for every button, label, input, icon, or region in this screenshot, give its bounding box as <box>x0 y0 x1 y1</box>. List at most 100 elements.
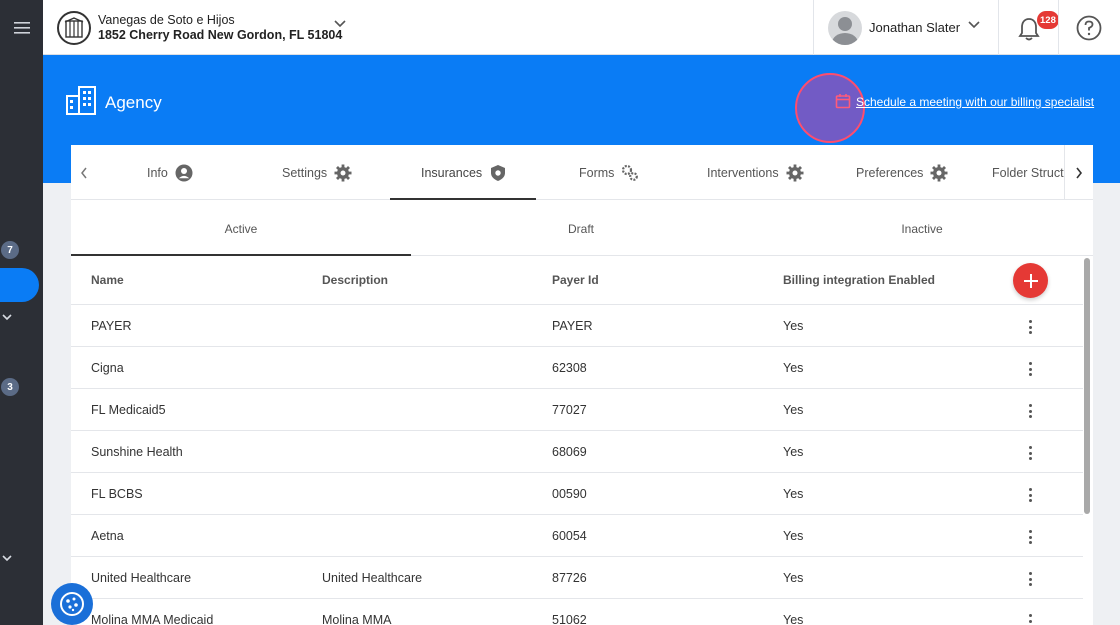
column-header-name[interactable]: Name <box>91 273 124 287</box>
left-nav-rail: 7 3 <box>0 0 43 625</box>
table-row[interactable]: PAYER PAYER Yes <box>71 305 1083 347</box>
cell-payer-id: 62308 <box>552 361 587 375</box>
subtab-active[interactable]: Active <box>71 201 411 256</box>
cell-name: FL Medicaid5 <box>91 403 166 417</box>
tab-bar: Info Settings Insurances Forms Intervent… <box>71 145 1093 200</box>
cell-name: FL BCBS <box>91 487 143 501</box>
notification-count-badge: 128 <box>1037 11 1059 29</box>
cell-billing-enabled: Yes <box>783 319 804 333</box>
table-row[interactable]: Aetna 60054 Yes <box>71 515 1083 557</box>
insurances-table: Name Description Payer Id Billing integr… <box>71 256 1083 625</box>
cell-billing-enabled: Yes <box>783 403 804 417</box>
cell-payer-id: 00590 <box>552 487 587 501</box>
gear-icon <box>334 164 352 181</box>
chevron-down-icon[interactable] <box>2 313 12 321</box>
column-header-billing-integration[interactable]: Billing integration Enabled <box>783 273 935 287</box>
active-tab-indicator <box>390 198 536 200</box>
row-menu-button[interactable] <box>1023 485 1037 505</box>
tab-label: Preferences <box>856 165 924 180</box>
row-menu-button[interactable] <box>1023 569 1037 589</box>
tab-info[interactable]: Info <box>147 145 193 200</box>
divider <box>998 0 999 55</box>
table-row[interactable]: Cigna 62308 Yes <box>71 347 1083 389</box>
calendar-icon[interactable] <box>835 93 851 109</box>
cell-payer-id: 68069 <box>552 445 587 459</box>
tab-label: Info <box>147 165 168 180</box>
cookie-icon <box>60 592 84 616</box>
status-subtabs: Active Draft Inactive <box>71 201 1093 256</box>
tab-label: Settings <box>282 165 328 180</box>
tab-preferences[interactable]: Preferences <box>856 145 948 200</box>
cell-description: United Healthcare <box>322 571 423 585</box>
add-insurance-button[interactable] <box>1013 263 1048 298</box>
shield-icon <box>491 164 506 181</box>
building-icon <box>57 11 91 45</box>
cell-billing-enabled: Yes <box>783 361 804 375</box>
organization-name: Vanegas de Soto e Hijos <box>98 13 235 27</box>
account-circle-icon <box>175 164 193 181</box>
gear-icon <box>786 164 804 181</box>
top-bar: Vanegas de Soto e Hijos 1852 Cherry Road… <box>43 0 1120 55</box>
organization-selector[interactable]: Vanegas de Soto e Hijos 1852 Cherry Road… <box>98 13 342 43</box>
tab-label: Interventions <box>707 165 779 180</box>
column-header-description[interactable]: Description <box>322 273 388 287</box>
subtab-draft[interactable]: Draft <box>411 201 751 256</box>
table-row[interactable]: FL Medicaid5 77027 Yes <box>71 389 1083 431</box>
chevron-down-icon[interactable] <box>2 554 12 562</box>
cookie-settings-button[interactable] <box>51 583 93 625</box>
tab-settings[interactable]: Settings <box>282 145 352 200</box>
schedule-billing-meeting-link[interactable]: Schedule a meeting with our billing spec… <box>856 95 1094 109</box>
tab-insurances[interactable]: Insurances <box>421 145 507 200</box>
table-header: Name Description Payer Id Billing integr… <box>71 256 1083 305</box>
row-menu-button[interactable] <box>1023 527 1037 547</box>
cell-name: Sunshine Health <box>91 445 183 459</box>
cell-billing-enabled: Yes <box>783 487 804 501</box>
divider <box>1058 0 1059 55</box>
table-row[interactable]: United Healthcare United Healthcare 8772… <box>71 557 1083 599</box>
gear-icon <box>930 164 948 181</box>
tab-forms[interactable]: Forms <box>579 145 639 200</box>
cell-description: Molina MMA <box>322 613 392 625</box>
row-menu-button[interactable] <box>1023 611 1037 625</box>
hamburger-menu-button[interactable] <box>0 0 43 55</box>
tab-interventions[interactable]: Interventions <box>707 145 804 200</box>
organization-address: 1852 Cherry Road New Gordon, FL 51804 <box>98 28 343 42</box>
chevron-down-icon[interactable] <box>967 20 981 30</box>
plus-icon <box>1023 273 1038 288</box>
tabs-scroll-left-button[interactable] <box>71 145 97 200</box>
table-scrollbar[interactable] <box>1084 256 1091 625</box>
row-menu-button[interactable] <box>1023 401 1037 421</box>
chevron-down-icon[interactable] <box>333 19 347 29</box>
click-indicator <box>795 73 865 143</box>
agency-settings-card: Info Settings Insurances Forms Intervent… <box>71 145 1093 625</box>
cell-name: Molina MMA Medicaid <box>91 613 214 625</box>
tab-label: Insurances <box>421 165 483 180</box>
agency-building-icon <box>66 86 96 115</box>
nav-badge: 7 <box>1 241 19 259</box>
cell-billing-enabled: Yes <box>783 613 804 625</box>
scrollbar-thumb[interactable] <box>1084 258 1090 514</box>
help-icon[interactable] <box>1076 15 1102 41</box>
table-row[interactable]: Molina MMA Medicaid Molina MMA 51062 Yes <box>71 599 1083 625</box>
table-row[interactable]: FL BCBS 00590 Yes <box>71 473 1083 515</box>
column-header-payer-id[interactable]: Payer Id <box>552 273 599 287</box>
tab-label: Folder Structu <box>992 165 1064 180</box>
cell-payer-id: 77027 <box>552 403 587 417</box>
subtab-inactive[interactable]: Inactive <box>751 201 1093 256</box>
row-menu-button[interactable] <box>1023 359 1037 379</box>
cell-name: Aetna <box>91 529 124 543</box>
cell-billing-enabled: Yes <box>783 529 804 543</box>
row-menu-button[interactable] <box>1023 443 1037 463</box>
user-name[interactable]: Jonathan Slater <box>869 20 960 35</box>
tab-label: Forms <box>579 165 615 180</box>
row-menu-button[interactable] <box>1023 317 1037 337</box>
cell-payer-id: 51062 <box>552 613 587 625</box>
avatar[interactable] <box>828 11 862 45</box>
cell-payer-id: 60054 <box>552 529 587 543</box>
nav-item-active[interactable] <box>0 268 39 302</box>
cell-payer-id: PAYER <box>552 319 593 333</box>
tabs-scroll-right-button[interactable] <box>1066 145 1092 200</box>
table-row[interactable]: Sunshine Health 68069 Yes <box>71 431 1083 473</box>
tab-folder-structure[interactable]: Folder Structu <box>992 145 1064 200</box>
cell-billing-enabled: Yes <box>783 445 804 459</box>
